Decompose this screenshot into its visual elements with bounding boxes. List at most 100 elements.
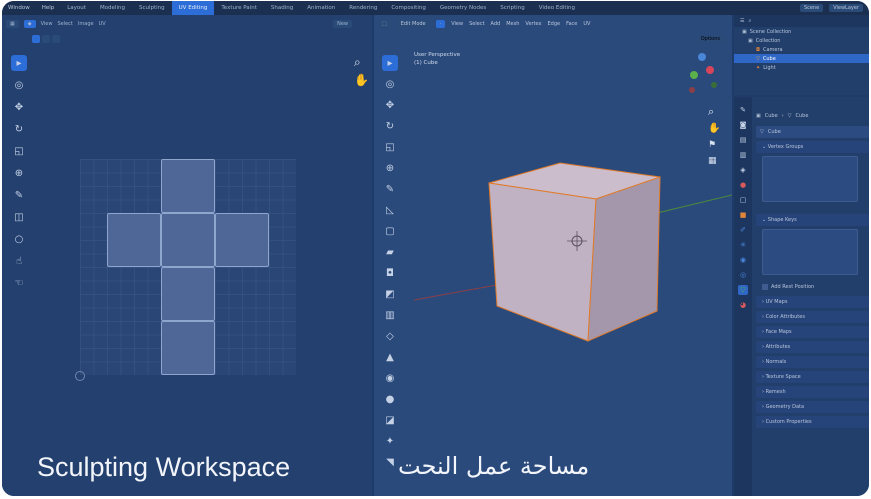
uv-select-mode <box>32 35 60 43</box>
panel-shape-keys[interactable]: ⌄ Shape Keys <box>756 214 869 226</box>
uv-grid[interactable] <box>80 159 296 375</box>
render-tab-icon[interactable]: ◙ <box>738 120 748 130</box>
editor-type-icon[interactable]: ▦ <box>6 20 19 28</box>
sync-selection-icon[interactable]: ◆ <box>23 20 36 28</box>
gizmo-z-icon <box>698 53 706 61</box>
scale-icon[interactable]: ◱ <box>11 143 27 159</box>
scene-tab-icon[interactable]: ◈ <box>738 165 748 175</box>
panel-custom-properties[interactable]: › Custom Properties <box>756 416 869 428</box>
view-layer-selector[interactable]: ViewLayer <box>829 4 863 12</box>
checkbox-icon[interactable] <box>762 284 768 290</box>
gizmo-neg-y-icon <box>711 82 717 88</box>
outliner-search-icon[interactable]: ⌕ <box>748 18 751 24</box>
tab-video-editing[interactable]: Video Editing <box>532 5 582 11</box>
uv-face-lower[interactable] <box>161 267 215 321</box>
shape-keys-list[interactable] <box>762 229 858 275</box>
pan-hand-icon[interactable]: ✋ <box>354 73 369 87</box>
new-image-button[interactable]: New <box>333 20 352 28</box>
select-box-icon[interactable]: ▸ <box>11 55 27 71</box>
uv-face-top[interactable] <box>161 159 215 213</box>
panel-face-maps[interactable]: › Face Maps <box>756 326 869 338</box>
tab-sculpting[interactable]: Sculpting <box>132 5 172 11</box>
uv-face-right[interactable] <box>215 213 269 267</box>
constraints-tab-icon[interactable]: ◎ <box>738 270 748 280</box>
panel-geometry-data[interactable]: › Geometry Data <box>756 401 869 413</box>
rip-icon[interactable]: ◫ <box>11 209 27 225</box>
move-icon[interactable]: ✥ <box>11 99 27 115</box>
uv-editor: ▦ ◆ View Select Image UV New ▸ ◎ ✥ ↻ ◱ ⊕… <box>2 15 372 496</box>
panel-color-attributes[interactable]: › Color Attributes <box>756 311 869 323</box>
transform-icon[interactable]: ⊕ <box>11 165 27 181</box>
panel-normals[interactable]: › Normals <box>756 356 869 368</box>
uv-menu-view[interactable]: View <box>41 21 53 27</box>
tab-animation[interactable]: Animation <box>300 5 342 11</box>
output-tab-icon[interactable]: ▤ <box>738 135 748 145</box>
outliner: ☰ ⌕ ▣ Scene Collection ▣ Collection ◘ Ca… <box>734 15 869 95</box>
data-tab-icon[interactable]: ▽ <box>738 285 748 295</box>
tab-scripting[interactable]: Scripting <box>493 5 531 11</box>
vertex-groups-list[interactable] <box>762 156 858 202</box>
scene-selector[interactable]: Scene <box>799 4 824 12</box>
world-tab-icon[interactable]: ● <box>738 180 748 190</box>
uv-face-bottom[interactable] <box>161 321 215 375</box>
properties-tabs: ✎ ◙ ▤ ▥ ◈ ● ▢ ■ ✐ ✳ ◉ ◎ ▽ ◕ <box>734 97 752 496</box>
tab-texture-paint[interactable]: Texture Paint <box>214 5 264 11</box>
view-layer-tab-icon[interactable]: ▥ <box>738 150 748 160</box>
tab-shading[interactable]: Shading <box>264 5 300 11</box>
menu-help[interactable]: Help <box>36 5 61 11</box>
properties-editor: ✎ ◙ ▤ ▥ ◈ ● ▢ ■ ✐ ✳ ◉ ◎ ▽ ◕ ▣ Cube › ▽ C… <box>734 97 869 496</box>
collection-tab-icon[interactable]: ▢ <box>738 195 748 205</box>
outliner-item-cube[interactable]: ▽ Cube <box>734 54 869 63</box>
particles-tab-icon[interactable]: ✳ <box>738 240 748 250</box>
tool-tab-icon[interactable]: ✎ <box>738 105 748 115</box>
mesh-name-field[interactable]: ▽ Cube <box>756 126 869 138</box>
uv-menu-image[interactable]: Image <box>78 21 94 27</box>
uv-face-center[interactable] <box>161 213 215 267</box>
top-menu-bar: Window Help Layout Modeling Sculpting UV… <box>2 1 869 15</box>
uv-menu-select[interactable]: Select <box>57 21 72 27</box>
zoom-icon[interactable]: ⌕ <box>354 55 361 70</box>
panel-remesh[interactable]: › Remesh <box>756 386 869 398</box>
vertex-mode-icon[interactable] <box>32 35 40 43</box>
outliner-type-icon[interactable]: ☰ <box>740 18 744 24</box>
tab-geometry-nodes[interactable]: Geometry Nodes <box>433 5 493 11</box>
menu-window[interactable]: Window <box>2 5 36 11</box>
panel-attributes[interactable]: › Attributes <box>756 341 869 353</box>
tab-rendering[interactable]: Rendering <box>342 5 384 11</box>
uv-face-left[interactable] <box>107 213 161 267</box>
mesh-icon: ▽ <box>787 113 792 119</box>
outliner-item-light[interactable]: ✦ Light <box>734 63 869 72</box>
tab-compositing[interactable]: Compositing <box>384 5 432 11</box>
gizmo-y-icon <box>690 71 698 79</box>
tab-layout[interactable]: Layout <box>60 5 93 11</box>
light-icon: ✦ <box>756 64 761 71</box>
physics-tab-icon[interactable]: ◉ <box>738 255 748 265</box>
viewport-scene[interactable]: ⌕ ✋ ⚑ ▦ <box>374 15 732 496</box>
outliner-header: ☰ ⌕ <box>734 15 869 27</box>
grab-icon[interactable]: ○ <box>11 231 27 247</box>
pinch-icon[interactable]: ☜ <box>11 275 27 291</box>
uv-menu-uv[interactable]: UV <box>99 21 106 27</box>
material-tab-icon[interactable]: ◕ <box>738 300 748 310</box>
panel-texture-space[interactable]: › Texture Space <box>756 371 869 383</box>
face-mode-icon[interactable] <box>52 35 60 43</box>
annotate-icon[interactable]: ✎ <box>11 187 27 203</box>
uv-editor-header: ▦ ◆ View Select Image UV New <box>2 17 372 31</box>
outliner-item-collection[interactable]: ▣ Collection <box>734 36 869 45</box>
blender-window: Window Help Layout Modeling Sculpting UV… <box>2 1 869 496</box>
outliner-item-camera[interactable]: ◘ Camera <box>734 45 869 54</box>
tab-uv-editing[interactable]: UV Editing <box>171 1 215 15</box>
rotate-icon[interactable]: ↻ <box>11 121 27 137</box>
add-rest-position-checkbox[interactable]: Add Rest Position <box>756 281 869 293</box>
modifier-tab-icon[interactable]: ✐ <box>738 225 748 235</box>
relax-icon[interactable]: ☝ <box>11 253 27 269</box>
panel-vertex-groups[interactable]: ⌄ Vertex Groups <box>756 141 869 153</box>
cursor-icon[interactable]: ◎ <box>11 77 27 93</box>
object-tab-icon[interactable]: ■ <box>738 210 748 220</box>
panel-uv-maps[interactable]: › UV Maps <box>756 296 869 308</box>
edge-mode-icon[interactable] <box>42 35 50 43</box>
3d-viewport: ⬚ Edit Mode · View Select Add Mesh Verte… <box>374 15 732 496</box>
outliner-scene-collection[interactable]: ▣ Scene Collection <box>734 27 869 36</box>
tab-modeling[interactable]: Modeling <box>93 5 132 11</box>
properties-breadcrumb: ▣ Cube › ▽ Cube <box>756 113 809 119</box>
